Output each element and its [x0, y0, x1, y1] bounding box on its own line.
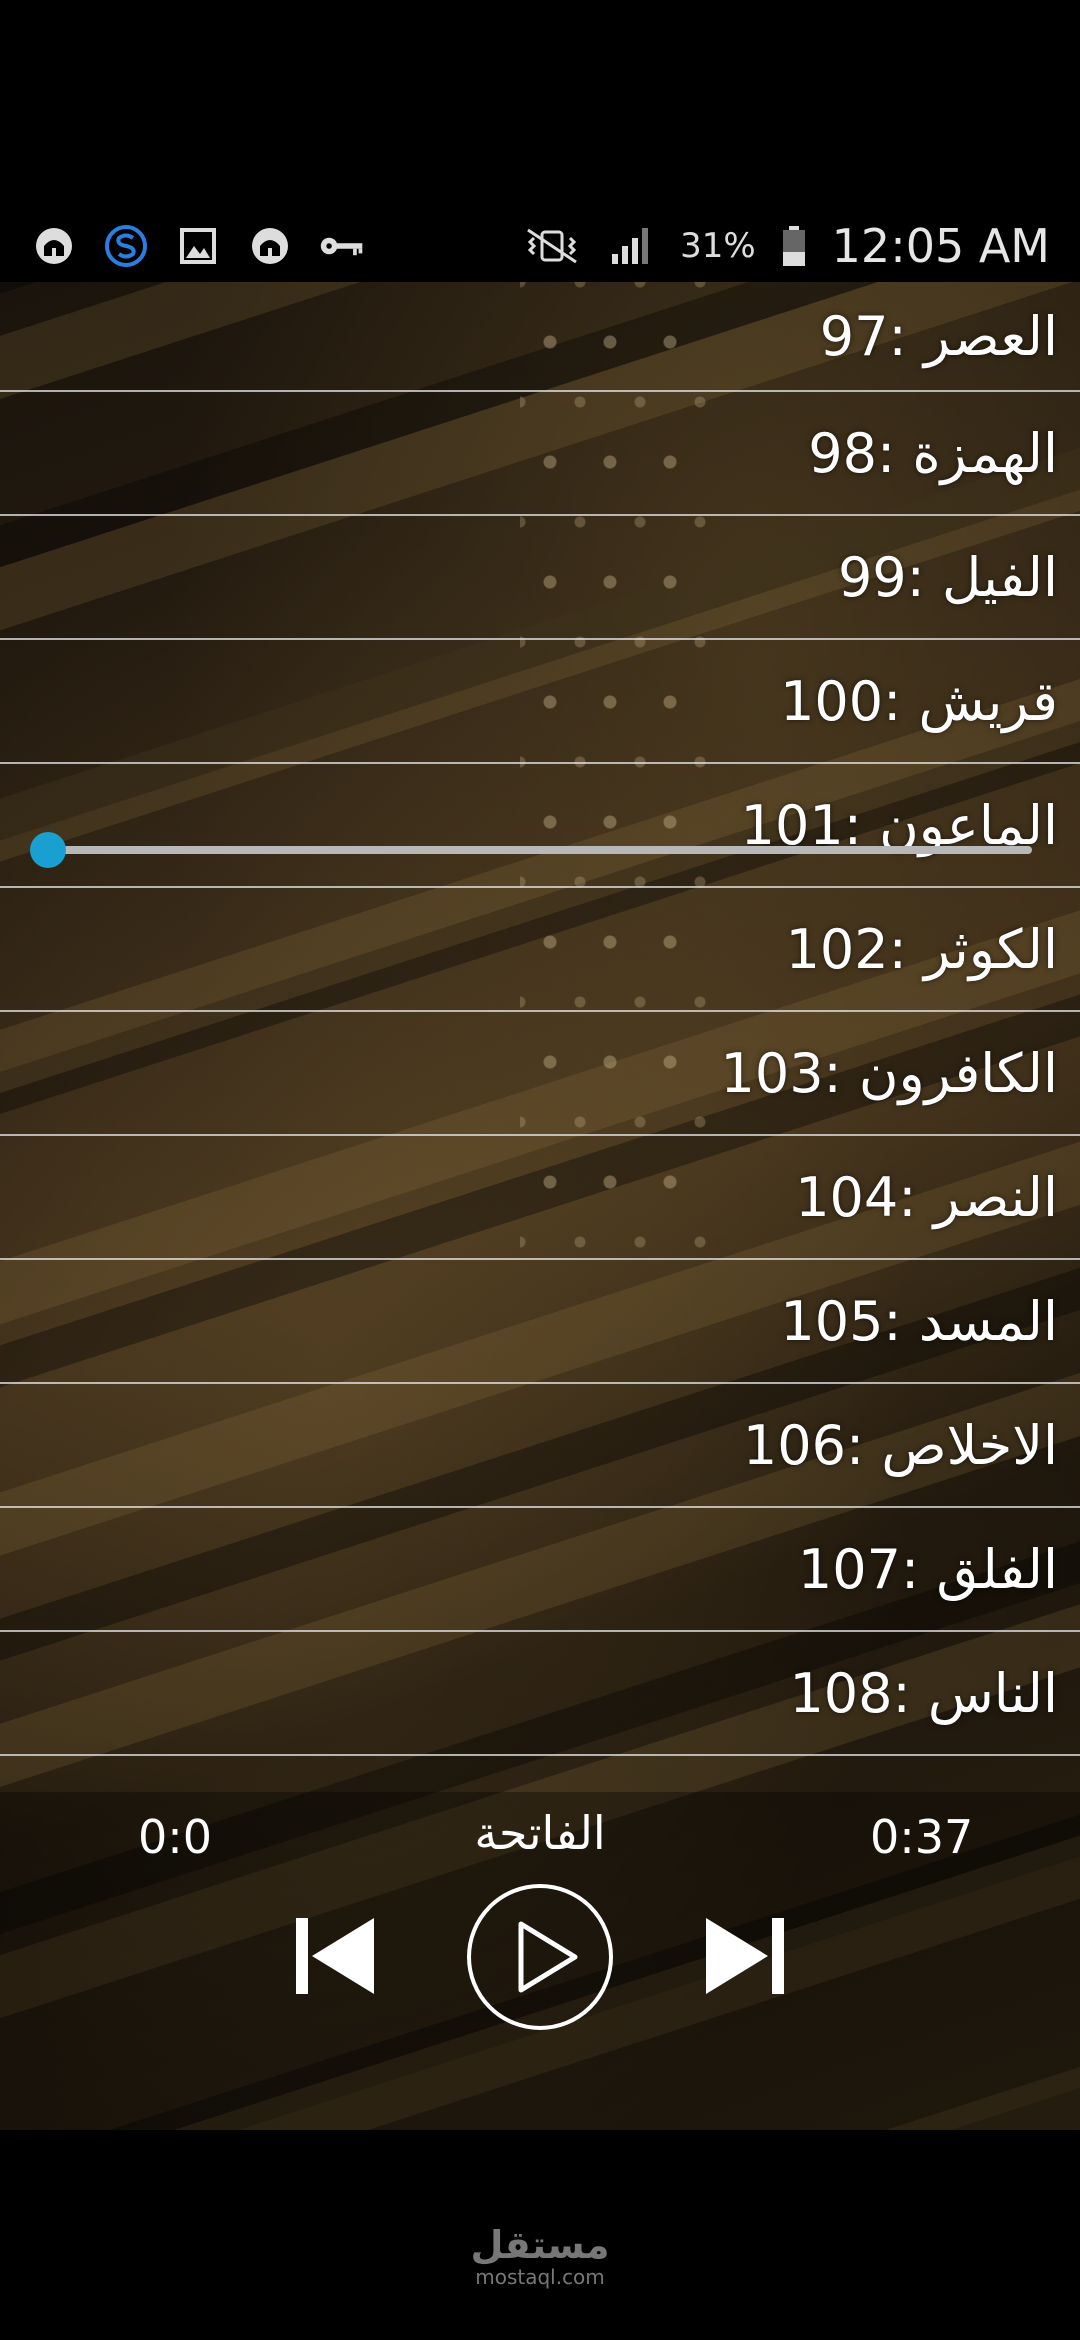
clock: 12:05 AM — [831, 219, 1050, 273]
watermark-url: mostaql.com — [475, 2265, 605, 2289]
mosque-icon — [30, 222, 78, 270]
skip-next-icon — [706, 1918, 784, 1994]
vibrate-off-icon — [520, 222, 584, 270]
battery-icon — [780, 222, 808, 270]
list-item[interactable]: 105: المسد — [0, 1260, 1080, 1384]
list-item-label: 103: الكافرون — [720, 1041, 1058, 1105]
duration: 0:37 — [870, 1810, 974, 1864]
key-icon — [318, 222, 366, 270]
status-bar-system: 31% 12:05 AM — [520, 219, 1050, 273]
list-item-label: 106: الاخلاص — [742, 1413, 1058, 1477]
skip-previous-icon — [296, 1918, 374, 1994]
list-item[interactable]: 106: الاخلاص — [0, 1384, 1080, 1508]
seek-bar[interactable] — [30, 832, 1032, 868]
list-item-label: 107: الفلق — [797, 1537, 1058, 1601]
list-item-label: 105: المسد — [780, 1289, 1058, 1353]
mosque-icon — [246, 222, 294, 270]
list-item-label: 97: العصر — [819, 304, 1058, 368]
list-item-label: 108: الناس — [789, 1661, 1058, 1725]
watermark: مستقل mostaql.com — [0, 2225, 1080, 2289]
next-button[interactable] — [704, 1914, 788, 1998]
gallery-icon — [174, 222, 222, 270]
list-item-label: 100: قريش — [780, 669, 1058, 733]
play-button[interactable] — [465, 1882, 615, 2032]
watermark-arabic: مستقل — [470, 2223, 610, 2267]
list-item[interactable]: 101: الماعون — [0, 764, 1080, 888]
signal-icon — [608, 222, 656, 270]
top-letterbox — [0, 0, 1080, 210]
s-app-icon — [102, 222, 150, 270]
list-item[interactable]: 100: قريش — [0, 640, 1080, 764]
status-bar-notifications — [30, 222, 366, 270]
list-item[interactable]: 98: الهمزة — [0, 392, 1080, 516]
status-bar: 31% 12:05 AM — [0, 210, 1080, 282]
list-item[interactable]: 97: العصر — [0, 282, 1080, 392]
surah-list[interactable]: 97: العصر 98: الهمزة 99: الفيل 100: قريش… — [0, 282, 1080, 1756]
list-item[interactable]: 107: الفلق — [0, 1508, 1080, 1632]
seek-track — [48, 846, 1032, 854]
list-item-label: 99: الفيل — [837, 545, 1058, 609]
play-icon — [467, 1884, 613, 2030]
list-item[interactable]: 99: الفيل — [0, 516, 1080, 640]
list-item-label: 102: الكوثر — [785, 917, 1058, 981]
audio-player: 0:0 الفاتحة 0:37 — [0, 1792, 1080, 2130]
list-item[interactable]: 108: الناس — [0, 1632, 1080, 1756]
list-item[interactable]: 102: الكوثر — [0, 888, 1080, 1012]
list-item[interactable]: 103: الكافرون — [0, 1012, 1080, 1136]
playback-controls — [0, 1882, 1080, 2032]
app-screen: 97: العصر 98: الهمزة 99: الفيل 100: قريش… — [0, 282, 1080, 2130]
battery-percent: 31% — [680, 226, 756, 266]
list-item-label: 104: النصر — [795, 1165, 1058, 1229]
previous-button[interactable] — [292, 1914, 376, 1998]
seek-thumb[interactable] — [30, 832, 66, 868]
list-item-label: 98: الهمزة — [808, 421, 1058, 485]
list-item[interactable]: 104: النصر — [0, 1136, 1080, 1260]
